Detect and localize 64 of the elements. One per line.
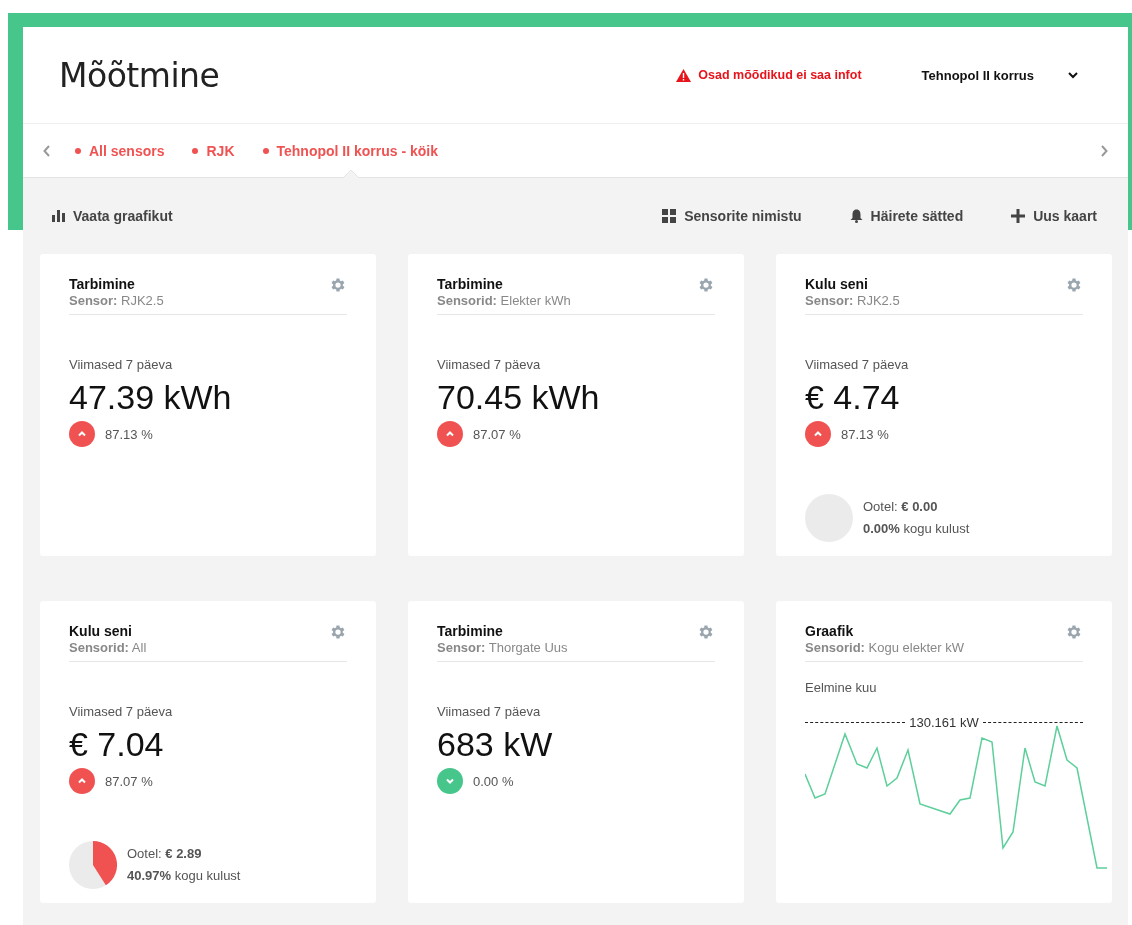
bell-action-button[interactable]: Häirete sätted [849, 208, 964, 224]
trend-down-icon [437, 768, 463, 794]
metric-value: 70.45 kWh [437, 378, 601, 417]
change-percent: 87.07 % [105, 773, 153, 789]
trend-up-icon [437, 421, 463, 447]
settings-icon[interactable] [697, 623, 715, 641]
settings-icon[interactable] [1065, 276, 1083, 294]
max-value-label: 130.161 kW [909, 715, 979, 730]
card-title: Tarbimine [69, 276, 136, 292]
chevron-left-icon[interactable] [43, 144, 51, 157]
warning-icon [676, 68, 692, 82]
pending-share-pie [69, 841, 117, 889]
sensor-group-tab[interactable]: All sensors [75, 124, 165, 178]
trend-up-icon [69, 421, 95, 447]
period-label: Viimased 7 päeva [437, 704, 542, 719]
bell-icon [849, 209, 863, 223]
pending-share: 0.00% kogu kulust [863, 520, 970, 538]
period-label: Viimased 7 päeva [805, 357, 910, 372]
period-label: Viimased 7 päeva [69, 704, 174, 719]
bar-chart-icon [52, 210, 65, 222]
card-sensor-label: Sensor: Thorgate Uus [437, 640, 569, 655]
metric-value: 683 kW [437, 725, 554, 764]
change-percent: 87.13 % [105, 426, 153, 442]
chevron-right-icon[interactable] [1100, 144, 1108, 157]
change-percent: 87.07 % [473, 426, 521, 442]
page-title: Mõõtmine [59, 55, 220, 95]
settings-icon[interactable] [329, 276, 347, 294]
chevron-down-icon [1068, 71, 1078, 79]
settings-icon[interactable] [697, 276, 715, 294]
metric-value: € 7.04 [69, 725, 165, 764]
card-sensor-label: Sensorid: Elekter kWh [437, 293, 572, 308]
plus-action-button[interactable]: Uus kaart [1011, 208, 1097, 224]
pending-share: 40.97% kogu kulust [127, 867, 241, 885]
card-sensor-label: Sensor: RJK2.5 [69, 293, 165, 308]
plus-icon [1011, 209, 1026, 223]
card-title: Kulu seni [69, 623, 133, 639]
settings-icon[interactable] [1065, 623, 1083, 641]
grid-icon [662, 209, 677, 223]
dot-icon [75, 148, 81, 154]
card-sensor-label: Sensorid: Kogu elekter kW [805, 640, 965, 655]
trend-up-icon [69, 768, 95, 794]
settings-icon[interactable] [329, 623, 347, 641]
trend-up-icon [805, 421, 831, 447]
card-title: Tarbimine [437, 276, 504, 292]
period-label: Viimased 7 päeva [437, 357, 542, 372]
location-dropdown[interactable]: Tehnopol II korrus [921, 67, 1078, 83]
card-title: Graafik [805, 623, 855, 639]
dot-icon [262, 148, 269, 154]
card-sensor-label: Sensor: RJK2.5 [805, 293, 901, 308]
change-percent: 0.00 % [473, 773, 514, 789]
period-label: Viimased 7 päeva [69, 357, 174, 372]
grid-action-button[interactable]: Sensorite nimistu [662, 208, 802, 224]
change-percent: 87.13 % [841, 426, 889, 442]
card-title: Kulu seni [805, 276, 869, 292]
metric-value: 47.39 kWh [69, 378, 233, 417]
metric-value: € 4.74 [805, 378, 901, 417]
pending-amount: Ootel: € 0.00 [863, 498, 939, 516]
card-title: Tarbimine [437, 623, 504, 639]
pending-amount: Ootel: € 2.89 [127, 845, 203, 863]
period-label: Eelmine kuu [805, 680, 878, 695]
card-sensor-label: Sensorid: All [69, 640, 148, 655]
warning-message: Osad mõõdikud ei saa infot [698, 68, 862, 82]
view-chart-button[interactable]: Vaata graafikut [52, 208, 173, 224]
dot-icon [192, 148, 199, 154]
